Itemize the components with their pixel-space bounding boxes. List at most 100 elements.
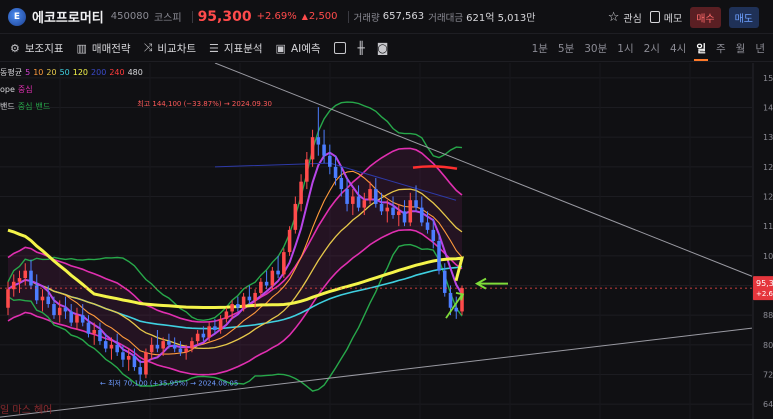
ai-predict-button[interactable]: ▣ AI예측: [276, 41, 321, 56]
period-5min[interactable]: 5분: [558, 41, 574, 56]
header-actions: ☆ 관심 메모 매수 매도: [608, 0, 759, 34]
period-day[interactable]: 일: [694, 41, 708, 61]
price-chart-area[interactable]: 최고 144,100 (−33.87%) → 2024.09.30 ← 최저 70…: [0, 62, 773, 419]
divider: [191, 10, 193, 23]
ma-legend[interactable]: 동평균 5 10 20 50 120 200 240 480: [0, 64, 143, 81]
candle-body: [218, 318, 223, 330]
price-tick-label: 88: [763, 311, 773, 320]
period-4hour[interactable]: 4시: [670, 41, 686, 56]
compare-icon: ⤨: [143, 41, 153, 54]
memo-label: 메모: [663, 13, 683, 25]
analysis-icon: ☰: [209, 41, 219, 55]
company-logo: E: [8, 7, 26, 26]
candle-body: [282, 252, 286, 275]
candle-body: [11, 281, 16, 290]
stock-name: 에코프로머티: [32, 11, 104, 26]
price-tick-label: 136: [763, 133, 773, 142]
candle-body: [339, 177, 344, 190]
candle-body: [385, 207, 390, 212]
memo-icon: [649, 11, 660, 23]
sell-button[interactable]: 매도: [728, 6, 759, 28]
candle-body: [92, 330, 96, 334]
indicator-legend: 동평균 5 10 20 50 120 200 240 480 ope 중심 밴드 중심 밴드: [0, 64, 143, 115]
change-percent: +2.69%: [256, 11, 297, 22]
indicator-label: 보조지표: [24, 42, 64, 55]
candle-body: [121, 352, 125, 360]
candle-body: [155, 344, 160, 349]
candle-type-icon[interactable]: ╫: [358, 41, 365, 55]
candle-body: [276, 270, 280, 275]
candle-body: [328, 155, 332, 167]
analysis-label: 지표분석: [223, 42, 263, 55]
candle-body: [75, 315, 79, 323]
candle-body: [201, 333, 206, 338]
envelope-legend[interactable]: ope 중심: [0, 81, 143, 98]
candle-body: [207, 326, 211, 338]
layout-icon[interactable]: [333, 42, 346, 54]
candle-body: [454, 307, 459, 312]
current-price-tag-change: +2.6: [756, 290, 773, 298]
candle-body: [184, 348, 188, 353]
candle-body: [287, 229, 292, 253]
up-triangle-icon: ▲: [301, 12, 308, 21]
period-year[interactable]: 년: [755, 41, 765, 56]
candle-body: [230, 304, 234, 312]
candle-body: [414, 200, 418, 208]
change-amount: 2,500: [308, 11, 338, 22]
candle-body: [167, 341, 171, 345]
candle-body: [144, 352, 148, 375]
candle-body: [322, 144, 326, 156]
period-week[interactable]: 주: [716, 41, 726, 56]
compare-label: 비교차트: [157, 42, 197, 55]
candle-body: [138, 367, 142, 375]
candle-body: [351, 196, 355, 204]
amount-label: 거래대금: [428, 12, 464, 24]
price-tick-label: 64: [763, 400, 773, 409]
indicator-button[interactable]: ⚙ 보조지표: [10, 41, 64, 56]
amount-value: 621억 5,013만: [466, 13, 536, 24]
period-30min[interactable]: 30분: [584, 41, 607, 56]
current-price-tag-value: 95,3: [756, 279, 773, 288]
ma-legend-200: 200: [91, 68, 107, 77]
camera-icon[interactable]: ◙: [377, 41, 389, 55]
candle-body: [253, 292, 257, 301]
candle-body: [397, 211, 401, 216]
candle-body: [52, 304, 56, 316]
candle-body: [345, 189, 349, 204]
candle-body: [86, 322, 91, 334]
price-chart[interactable]: 최고 144,100 (−33.87%) → 2024.09.30 ← 최저 70…: [0, 62, 773, 419]
candle-body: [305, 159, 309, 182]
period-month[interactable]: 월: [736, 41, 746, 56]
candle-body: [431, 229, 436, 241]
strategy-button[interactable]: ▥ 매매전략: [77, 41, 131, 56]
strategy-icon: ▥: [76, 41, 87, 55]
candle-body: [109, 344, 114, 349]
candle-body: [161, 341, 165, 349]
candle-body: [259, 281, 263, 293]
candle-body: [247, 296, 252, 301]
period-1min[interactable]: 1분: [532, 41, 548, 56]
analysis-button[interactable]: ☰ 지표분석: [209, 41, 263, 56]
period-2hour[interactable]: 2시: [644, 41, 660, 56]
price-axis: 152144136128120112104968880726495,3+2.6: [752, 63, 773, 419]
price-axis-bg: [753, 63, 773, 419]
market-name: 코스피: [153, 13, 182, 24]
price-tick-label: 152: [763, 74, 773, 83]
buy-button[interactable]: 매수: [690, 6, 721, 28]
candle-body: [40, 296, 45, 301]
chart-lines: [7, 101, 465, 392]
period-1hour[interactable]: 1시: [617, 41, 633, 56]
candle-body: [333, 166, 338, 178]
candle-body: [69, 311, 73, 323]
compare-button[interactable]: ⤨ 비교차트: [144, 41, 196, 56]
bollinger-legend[interactable]: 밴드 중심 밴드: [0, 98, 143, 115]
candle-body: [299, 181, 303, 204]
arrow-up-shaft: [445, 294, 463, 319]
candle-body: [425, 222, 430, 230]
chart-app: E 에코프로머티 450080 코스피 95,300 +2.69% ▲ 2,50…: [0, 0, 773, 419]
memo-button[interactable]: 메모: [649, 10, 683, 25]
candle-body: [115, 344, 119, 353]
watchlist-button[interactable]: ☆ 관심: [608, 10, 642, 25]
candle-body: [6, 289, 10, 308]
ma-legend-480: 480: [127, 68, 143, 77]
